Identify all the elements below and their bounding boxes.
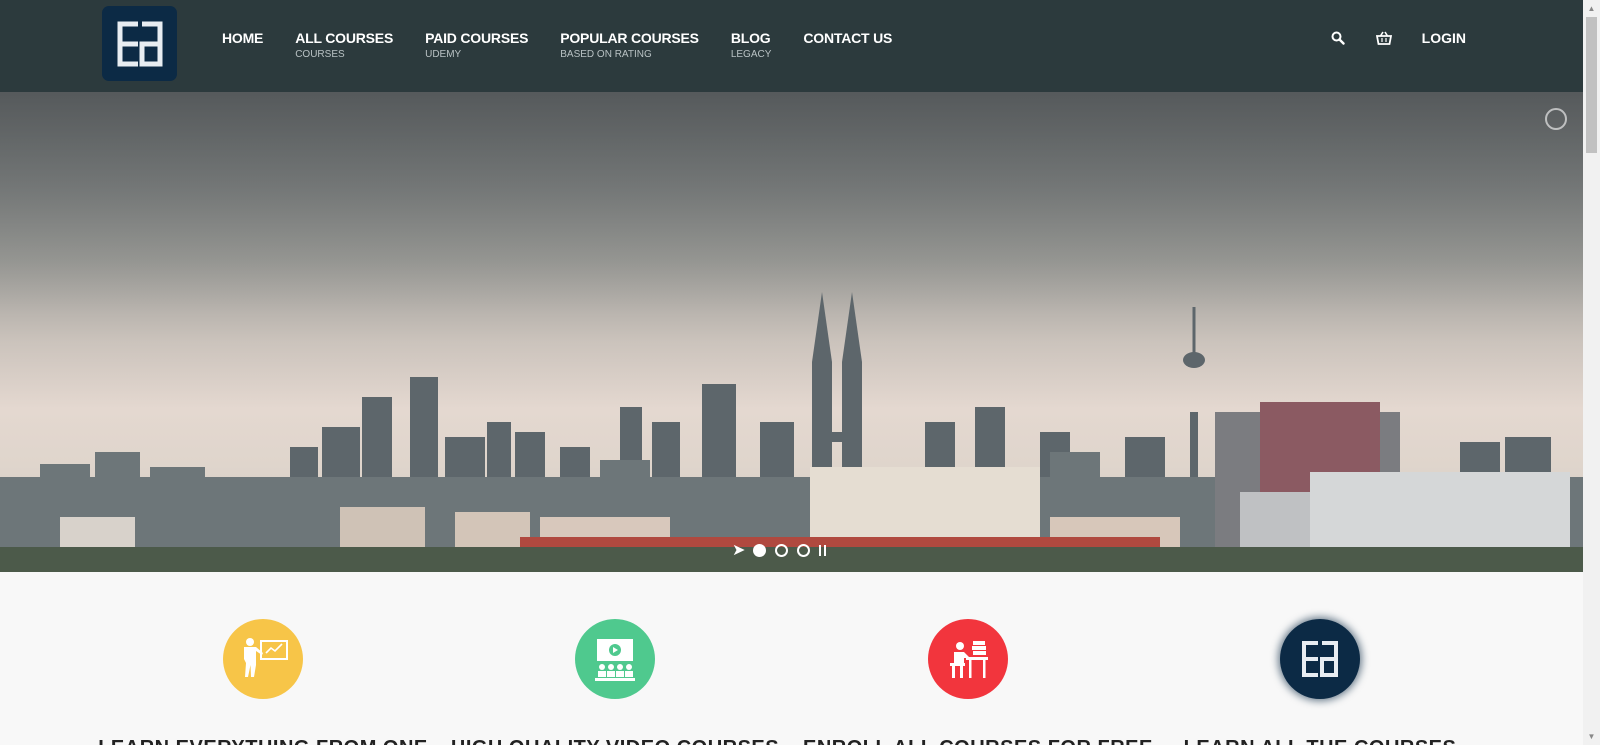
feature-title-4: LEARN ALL THE COURSES xyxy=(1155,737,1485,745)
scroll-down-icon[interactable]: ▼ xyxy=(1583,728,1600,745)
nav-home[interactable]: HOME xyxy=(222,30,263,61)
scroll-thumb[interactable] xyxy=(1586,17,1597,153)
feature-title-2: HIGH QUALITY VIDEO COURSES xyxy=(450,737,780,745)
feature-title-1: LEARN EVERYTHING FROM ONE xyxy=(98,737,428,745)
main-nav: HOME ALL COURSES COURSES PAID COURSES UD… xyxy=(222,30,924,61)
nav-paid-courses[interactable]: PAID COURSES UDEMY xyxy=(425,30,528,61)
page-scrollbar[interactable]: ▲ ▼ xyxy=(1583,0,1600,745)
header-actions: LOGIN xyxy=(1330,30,1466,46)
hero-slider: ➤ xyxy=(0,92,1583,572)
scroll-up-icon[interactable]: ▲ xyxy=(1583,0,1600,17)
nav-blog[interactable]: BLOG LEGACY xyxy=(731,30,772,61)
nav-all-courses[interactable]: ALL COURSES COURSES xyxy=(295,30,393,61)
slider-dot-1[interactable] xyxy=(753,543,767,557)
basket-icon[interactable] xyxy=(1375,30,1392,46)
login-link[interactable]: LOGIN xyxy=(1422,30,1466,46)
loading-spinner xyxy=(1545,108,1567,130)
search-icon[interactable] xyxy=(1330,30,1346,46)
features-section: LEARN EVERYTHING FROM ONE HIGH QUALITY V… xyxy=(0,572,1583,745)
ea-logo-icon xyxy=(117,21,163,67)
student-desk-icon xyxy=(928,619,1008,699)
video-class-icon xyxy=(575,619,655,699)
site-header: HOME ALL COURSES COURSES PAID COURSES UD… xyxy=(0,0,1583,92)
nav-contact-us[interactable]: CONTACT US xyxy=(803,30,892,61)
slider-controls: ➤ xyxy=(732,540,829,560)
next-arrow-icon[interactable]: ➤ xyxy=(732,540,745,560)
ea-logo-icon xyxy=(1280,619,1360,699)
site-logo[interactable] xyxy=(102,6,177,81)
city-skyline-image xyxy=(0,92,1583,572)
nav-popular-courses[interactable]: POPULAR COURSES BASED ON RATING xyxy=(560,30,699,61)
slider-dot-3[interactable] xyxy=(797,543,811,557)
teacher-icon xyxy=(223,619,303,699)
slider-dot-2[interactable] xyxy=(775,543,789,557)
pause-icon[interactable] xyxy=(819,544,829,556)
feature-title-3: ENROLL ALL COURSES FOR FREE xyxy=(803,737,1152,745)
